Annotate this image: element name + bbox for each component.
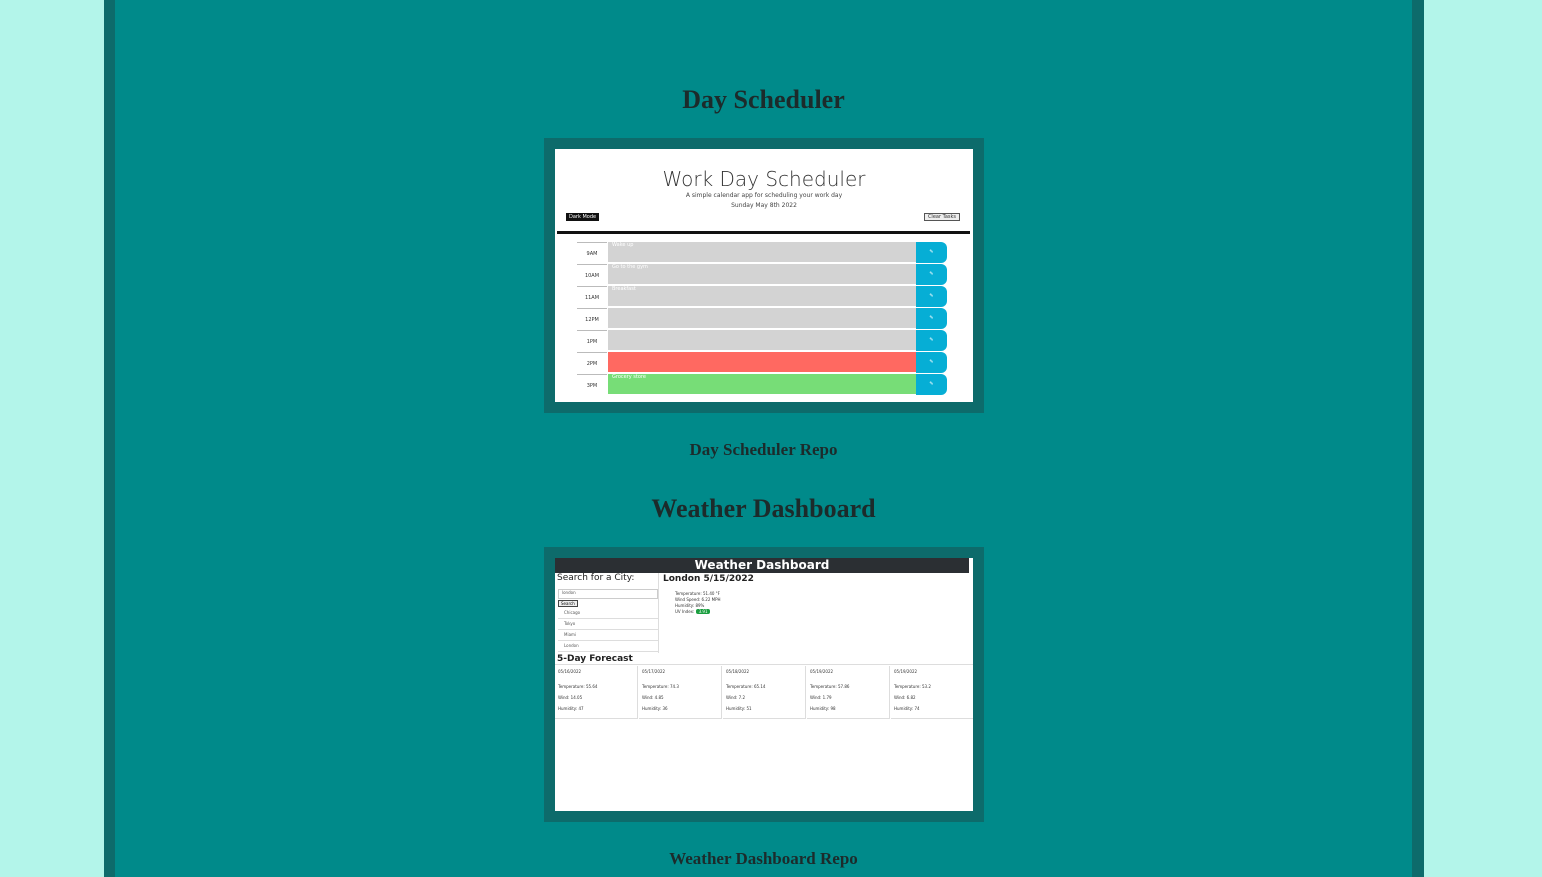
preview-dark-mode-button: Dark Mode [566, 213, 600, 221]
weather-preview-frame: Weather Dashboard Search for a City: lon… [544, 547, 984, 822]
preview-current-city: London 5/15/2022 [663, 574, 754, 584]
preview-forecast-wind: Wind: 4.85 [642, 695, 664, 700]
section-title-day-scheduler: Day Scheduler [682, 85, 845, 114]
preview-forecast-wind: Wind: 1.79 [810, 695, 832, 700]
preview-divider [658, 573, 659, 653]
preview-forecast-wind: Wind: 14.05 [558, 695, 583, 700]
preview-uv-label: UV Index: [675, 609, 695, 614]
weather-dashboard-repo-link[interactable]: Weather Dashboard Repo [115, 849, 1412, 869]
preview-forecast-card: 05/17/2022 Temperature: 74.3 Wind: 4.85 Hum… [639, 666, 722, 719]
preview-forecast-card: 05/19/2022 Temperature: 57.86 Wind: 1.79 Hu… [807, 666, 890, 719]
preview-save-icon: ✎ [916, 330, 947, 351]
preview-forecast-humidity: Humidity: 47 [558, 706, 584, 711]
preview-subtitle: A simple calendar app for scheduling you… [685, 192, 843, 199]
preview-save-icon: ✎ [916, 308, 947, 329]
preview-forecast-temp: Temperature: 74.3 [642, 684, 679, 689]
preview-hour-label: 3PM [577, 374, 607, 397]
preview-divider [557, 231, 970, 234]
preview-hour-label: 12PM [577, 308, 607, 331]
preview-search-button: Search [558, 600, 578, 607]
preview-forecast-temp: Temperature: 57.86 [810, 684, 850, 689]
preview-time-row: 11AM Breakfast ✎ [577, 286, 947, 308]
preview-task-text: Breakfast [608, 286, 916, 307]
preview-hour-label: 1PM [577, 330, 607, 353]
preview-time-row: 3PM Grocery store ✎ [577, 374, 947, 396]
main-content: Day Scheduler Work Day Scheduler A simpl… [115, 0, 1412, 877]
preview-forecast-humidity: Humidity: 74 [894, 706, 920, 711]
preview-hour-label: 10AM [577, 264, 607, 287]
preview-current-list: Temperature: 51.40 °F Wind Speed: 6.22 M… [675, 591, 721, 615]
scheduler-preview-frame: Work Day Scheduler A simple calendar app… [544, 138, 984, 413]
preview-search-label: Search for a City: [557, 573, 635, 583]
preview-save-icon: ✎ [916, 374, 947, 395]
preview-forecast-card: 05/18/2022 Temperature: 65.14 Wind: 7.2 Hum… [723, 666, 806, 719]
preview-hour-label: 11AM [577, 286, 607, 309]
preview-task-text: Go to the gym [608, 264, 916, 285]
preview-city-item: London [558, 641, 659, 652]
preview-city-item: Chicago [558, 608, 659, 619]
preview-forecast-temp: Temperature: 65.14 [726, 684, 766, 689]
preview-forecast-date: 05/19/2022 [810, 669, 834, 674]
preview-save-icon: ✎ [916, 264, 947, 285]
preview-save-icon: ✎ [916, 286, 947, 307]
preview-forecast-temp: Temperature: 55.64 [558, 684, 598, 689]
preview-forecast-humidity: Humidity: 51 [726, 706, 752, 711]
preview-forecast-humidity: Humidity: 36 [642, 706, 668, 711]
preview-hour-label: 2PM [577, 352, 607, 375]
preview-time-row: 2PM ✎ [577, 352, 947, 374]
preview-forecast-temp: Temperature: 53.2 [894, 684, 931, 689]
preview-time-row: 9AM Wake up ✎ [577, 242, 947, 264]
preview-time-row: 12PM ✎ [577, 308, 947, 330]
preview-task-text [608, 352, 916, 373]
preview-uv-row: UV Index: 3.91 [675, 609, 721, 615]
preview-task-text: Wake up [608, 242, 916, 263]
preview-time-row: 1PM ✎ [577, 330, 947, 352]
preview-forecast-date: 05/18/2022 [726, 669, 750, 674]
preview-forecast-wind: Wind: 6.82 [894, 695, 916, 700]
preview-task-text [608, 308, 916, 329]
scheduler-preview-image[interactable]: Work Day Scheduler A simple calendar app… [555, 149, 973, 402]
preview-city-item: Miami [558, 630, 659, 641]
preview-divider [555, 664, 973, 665]
preview-task-text [608, 330, 916, 351]
preview-uv-badge: 3.91 [695, 609, 711, 614]
preview-search-input: london [558, 589, 658, 599]
preview-forecast-date: 05/19/2022 [894, 669, 918, 674]
preview-save-icon: ✎ [916, 352, 947, 373]
preview-forecast-wind: Wind: 7.2 [726, 695, 746, 700]
preview-time-row: 10AM Go to the gym ✎ [577, 264, 947, 286]
preview-forecast-card: 05/16/2022 Temperature: 55.64 Wind: 14.05 H… [555, 666, 638, 719]
preview-city-item: Tokyo [558, 619, 659, 630]
preview-date: Sunday May 8th 2022 [731, 202, 797, 209]
weather-preview-image[interactable]: Weather Dashboard Search for a City: lon… [555, 558, 973, 811]
preview-forecast-title: 5-Day Forecast [557, 654, 633, 664]
preview-save-icon: ✎ [916, 242, 947, 263]
preview-clear-button: Clear Tasks [923, 213, 960, 221]
preview-forecast-date: 05/17/2022 [642, 669, 666, 674]
preview-forecast-humidity: Humidity: 98 [810, 706, 836, 711]
preview-forecast-date: 05/16/2022 [558, 669, 582, 674]
day-scheduler-repo-link[interactable]: Day Scheduler Repo [115, 440, 1412, 460]
preview-app-title: Work Day Scheduler [662, 167, 866, 191]
section-title-weather-dashboard: Weather Dashboard [651, 494, 876, 523]
preview-hour-label: 9AM [577, 242, 607, 265]
preview-forecast-card: 05/19/2022 Temperature: 53.2 Wind: 6.82 Hum… [891, 666, 973, 719]
preview-weather-header: Weather Dashboard [555, 558, 969, 573]
preview-task-text: Grocery store [608, 374, 916, 395]
